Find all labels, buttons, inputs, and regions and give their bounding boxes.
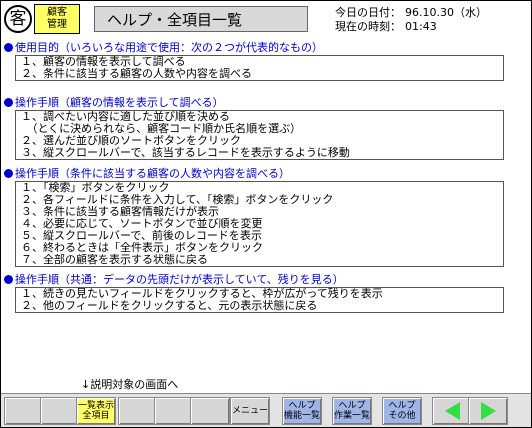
section-steps: １、調べたい内容に適した並び順を決める （とくに決められなら、顧客コード順か氏名… (15, 110, 504, 160)
section-steps: １、顧客の情報を表示して調べる ２、条件に該当する顧客の人数や内容を調べる (15, 55, 504, 81)
step-line: ２、他のフィールドをクリックすると、元の表示状態に戻る (21, 300, 318, 312)
help-tasks-button[interactable]: ヘルプ 作業一覧 (332, 397, 372, 425)
button-label: ヘルプ (388, 401, 416, 411)
next-page-button[interactable] (468, 397, 508, 425)
bullet-icon (4, 43, 13, 52)
step-line: ３、条件に該当する顧客情報だけが表示 (21, 206, 219, 218)
blank-button[interactable] (4, 397, 44, 425)
datetime-panel: 今日の日付： 96.10.30（水） 現在の時刻： 01:43 (335, 6, 487, 34)
bullet-icon (4, 275, 13, 284)
section-procedure-search: 操作手順（条件に該当する顧客の人数や内容を調べる） １、「検索」ボタンをクリック… (4, 167, 530, 267)
button-label: その他 (388, 411, 416, 421)
blank-button[interactable] (190, 397, 230, 425)
blank-button[interactable] (118, 397, 158, 425)
bullet-icon (4, 98, 13, 107)
logo-kanji: 客 (4, 5, 32, 33)
step-line: ２、条件に該当する顧客の人数や内容を調べる (21, 68, 252, 80)
step-line: ５、縦スクロールバーで、前後のレコードを表示 (21, 230, 262, 242)
logo-badge: 顧客 管理 (34, 4, 80, 34)
menu-button[interactable]: メニュー (230, 397, 270, 425)
step-line: ６、終わるときは「全件表示」ボタンをクリック (21, 242, 263, 254)
section-heading: 操作手順（顧客の情報を表示して調べる） (15, 96, 224, 109)
blank-button[interactable] (154, 397, 194, 425)
date-label: 今日の日付： (335, 6, 401, 19)
help-window: 客 顧客 管理 ヘルプ・全項目一覧 今日の日付： 96.10.30（水） 現在の時… (0, 0, 532, 428)
step-line: ３、縦スクロールバーで、該当するレコードを表示するように移動 (21, 147, 350, 159)
button-label: ヘルプ (338, 401, 366, 411)
section-steps: １、続きの見たいフィールドをクリックすると、枠が広がって残りを表示 ２、他のフィ… (15, 287, 504, 313)
blank-button[interactable] (40, 397, 80, 425)
header: 客 顧客 管理 ヘルプ・全項目一覧 今日の日付： 96.10.30（水） 現在の時… (1, 1, 531, 37)
button-label: ヘルプ (288, 401, 316, 411)
section-heading: 操作手順（共通：データの先頭だけが表示していて、残りを見る） (15, 273, 344, 286)
target-screen-hint: ↓説明対象の画面へ (81, 378, 179, 391)
step-line: ２、各フィールドに条件を入力して、「検索」ボタンをクリック (21, 194, 334, 206)
button-label: メニュー (231, 406, 268, 416)
button-label: 作業一覧 (333, 411, 370, 421)
step-line: （とくに決められなら、顧客コード順か氏名順を選ぶ） (21, 123, 302, 135)
help-functions-button[interactable]: ヘルプ 機能一覧 (282, 397, 322, 425)
all-items-list-button[interactable]: 一覧表示 全項目 (76, 397, 116, 425)
bullet-icon (4, 169, 13, 178)
section-procedure-view: 操作手順（顧客の情報を表示して調べる） １、調べたい内容に適した並び順を決める … (4, 96, 530, 160)
step-line: １、調べたい内容に適した並び順を決める (21, 111, 230, 123)
section-purpose: 使用目的（いろいろな用途で使用：次の２つが代表的なもの） １、顧客の情報を表示し… (4, 41, 530, 81)
step-line: １、続きの見たいフィールドをクリックすると、枠が広がって残りを表示 (21, 288, 383, 300)
section-steps: １、「検索」ボタンをクリック ２、各フィールドに条件を入力して、「検索」ボタンを… (15, 181, 504, 267)
help-other-button[interactable]: ヘルプ その他 (382, 397, 422, 425)
time-label: 現在の時刻： (335, 20, 401, 33)
app-logo: 客 顧客 管理 (4, 4, 82, 34)
date-value: 96.10.30（水） (405, 6, 487, 19)
step-line: ７、全部の顧客を表示する状態に戻る (21, 254, 208, 266)
button-label: 機能一覧 (283, 411, 320, 421)
step-line: ２、選んだ並び順のソートボタンをクリック (21, 135, 241, 147)
right-arrow-icon (480, 402, 496, 420)
left-arrow-icon (444, 402, 460, 420)
prev-page-button[interactable] (432, 397, 472, 425)
step-line: ４、必要に応じて、ソートボタンで並び順を変更 (21, 218, 263, 230)
step-line: １、顧客の情報を表示して調べる (21, 56, 186, 68)
section-heading: 操作手順（条件に該当する顧客の人数や内容を調べる） (15, 167, 290, 180)
section-heading: 使用目的（いろいろな用途で使用：次の２つが代表的なもの） (15, 41, 323, 54)
button-label: 一覧表示 (77, 401, 114, 411)
step-line: １、「検索」ボタンをクリック (21, 182, 170, 194)
section-procedure-common: 操作手順（共通：データの先頭だけが表示していて、残りを見る） １、続きの見たいフ… (4, 273, 530, 313)
logo-line1: 顧客 (47, 7, 67, 18)
footer-toolbar: 一覧表示 全項目 メニュー ヘルプ 機能一覧 ヘルプ 作業一覧 ヘルプ その他 (1, 393, 531, 427)
logo-line2: 管理 (47, 19, 67, 30)
time-value: 01:43 (405, 20, 437, 33)
page-title: ヘルプ・全項目一覧 (94, 6, 308, 32)
button-label: 全項目 (82, 411, 110, 421)
